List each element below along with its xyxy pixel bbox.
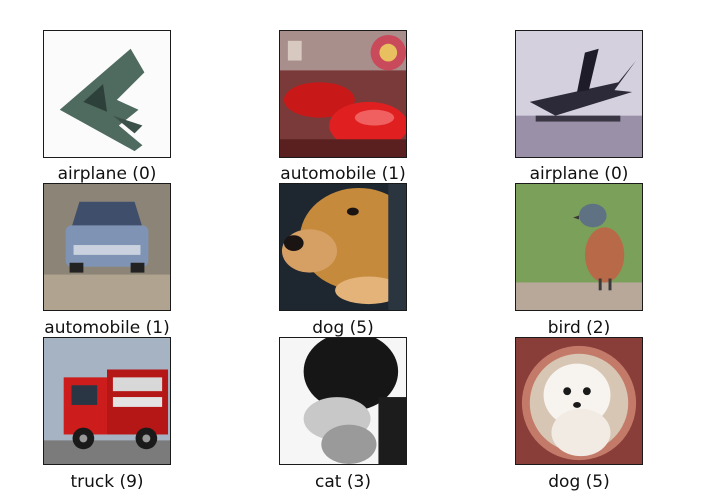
airplane-image <box>44 31 170 157</box>
image-label: bird (2) <box>547 318 611 338</box>
image-label: automobile (1) <box>280 164 406 184</box>
image-label: automobile (1) <box>44 318 170 338</box>
image-tile <box>515 337 643 465</box>
dog-image <box>280 184 406 310</box>
image-label: dog (5) <box>548 472 610 492</box>
bird-image <box>516 184 642 310</box>
image-label: truck (9) <box>70 472 144 492</box>
dog-image <box>516 338 642 464</box>
truck-image <box>44 338 170 464</box>
image-label: airplane (0) <box>529 164 629 184</box>
image-tile <box>515 183 643 311</box>
image-tile <box>43 337 171 465</box>
automobile-image <box>44 184 170 310</box>
image-tile <box>279 30 407 158</box>
image-label: cat (3) <box>315 472 371 492</box>
image-tile <box>43 183 171 311</box>
image-tile <box>279 337 407 465</box>
image-tile <box>515 30 643 158</box>
airplane-image <box>516 31 642 157</box>
image-label: dog (5) <box>312 318 374 338</box>
cat-image <box>280 338 406 464</box>
image-tile <box>43 30 171 158</box>
image-label: airplane (0) <box>57 164 157 184</box>
automobile-image <box>280 31 406 157</box>
image-tile <box>279 183 407 311</box>
